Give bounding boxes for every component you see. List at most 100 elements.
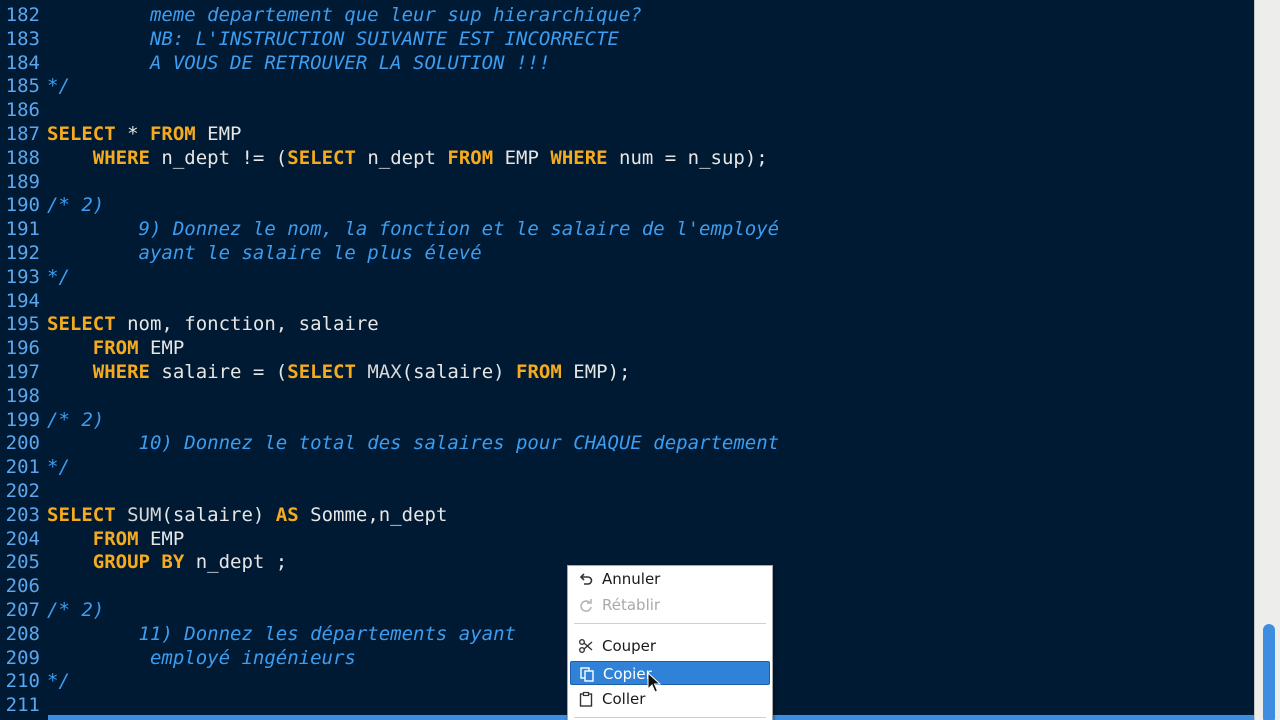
code-text: A VOUS DE RETROUVER LA SOLUTION !!! [47,51,550,75]
menu-item-coller[interactable]: Coller [570,687,770,711]
code-text: /* 2) [47,408,104,432]
code-text: 9) Donnez le nom, la fonction et le sala… [47,217,780,241]
code-line: 201 */ [0,455,1254,479]
line-number: 195 [5,313,40,336]
line-number: 202 [5,480,40,502]
menu-item-label: Rétablir [602,596,661,614]
sql-keyword: SELECT [287,146,356,169]
comment-text: /* 2) [47,194,105,217]
line-number: 196 [5,337,40,360]
scrollbar-thumb[interactable] [1263,624,1275,720]
code-line: 200 10) Donnez le total des salaires pou… [0,431,1254,455]
code-line: 193 */ [0,265,1254,289]
line-number: 184 [5,51,40,74]
line-number: 193 [5,265,40,288]
code-text: SELECT nom, fonction, salaire [47,312,379,336]
code-text: SELECT * FROM EMP [47,122,242,146]
vertical-scrollbar[interactable] [1254,0,1280,720]
code-token: SUM [115,503,162,526]
line-number: 211 [5,694,40,717]
code-text: */ [47,74,70,98]
code-line: 196 FROM EMP [0,336,1254,360]
line-number: 199 [5,408,40,431]
code-text: WHERE salaire = (SELECT MAX(salaire) FRO… [47,360,631,384]
code-token: EMP [195,123,242,145]
code-text: */ [47,455,70,479]
code-token: n_dept ; [184,551,288,574]
code-line: 183 NB: L'INSTRUCTION SUIVANTE EST INCOR… [0,27,1254,51]
sql-keyword: FROM [516,361,562,383]
menu-item-retablir[interactable]: Rétablir [570,593,770,617]
comment-text: */ [47,75,70,98]
sql-keyword: SELECT [287,361,356,383]
sql-keyword: GROUP BY [92,551,185,574]
code-line: 202 [0,479,1254,503]
line-number: 194 [5,289,40,312]
comment-text: 11) Donnez les départements ayant [47,622,517,645]
line-number: 191 [5,218,40,241]
line-number: 190 [5,194,40,217]
sql-keyword: FROM [92,337,139,360]
paste-icon [579,691,593,707]
comment-text: meme departement que leur sup hierarchiq… [47,4,642,26]
sql-keyword: SELECT [47,123,116,145]
menu-item-couper[interactable]: Couper [570,634,770,658]
line-number: 208 [5,622,40,645]
menu-separator [574,717,766,718]
code-line: 203 SELECT SUM(salaire) AS Somme,n_dept [0,503,1254,527]
code-text: 11) Donnez les départements ayant [47,622,517,646]
code-token: n_dept [355,146,448,169]
code-text: 10) Donnez le total des salaires pour CH… [47,431,780,455]
code-line: 190 /* 2) [0,193,1254,217]
scissors-icon [579,639,593,653]
sql-keyword: WHERE [92,361,150,383]
code-line: 195 SELECT nom, fonction, salaire [0,312,1254,336]
code-line: 188 WHERE n_dept != (SELECT n_dept FROM … [0,146,1254,170]
code-text: employé ingénieurs [47,646,356,670]
code-line: 182 meme departement que leur sup hierar… [0,3,1254,27]
sql-keyword: FROM [92,527,139,550]
code-token: (salaire) [161,503,276,526]
line-number: 186 [5,99,40,122]
code-line: 194 [0,289,1254,313]
code-text: FROM EMP [47,336,185,360]
line-number: 207 [5,599,40,621]
code-line: 204 FROM EMP [0,527,1254,551]
code-token: EMP [138,527,185,550]
menu-item-label: Annuler [602,570,661,588]
code-token: n_dept != ( [149,146,288,169]
code-token: MAX [355,361,402,383]
menu-item-label: Couper [602,637,657,655]
line-number: 192 [5,242,40,264]
menu-item-copier[interactable]: Copier [570,661,770,685]
line-number: 209 [5,646,40,669]
line-number: 187 [5,123,40,145]
menu-item-annuler[interactable]: Annuler [570,567,770,591]
code-token: EMP [138,337,185,360]
comment-text: */ [47,670,70,693]
code-token: nom, fonction, salaire [115,313,379,336]
code-text: ayant le salaire le plus élevé [47,241,482,265]
code-line: 192 ayant le salaire le plus élevé [0,241,1254,265]
line-number: 182 [5,4,40,26]
code-text: */ [47,669,70,693]
copy-icon [580,667,594,682]
code-line: 186 [0,98,1254,122]
code-text: */ [47,265,70,289]
line-number: 203 [5,503,40,526]
undo-icon [579,573,593,585]
line-number: 205 [5,551,40,574]
comment-text: /* 2) [47,599,105,621]
menu-item-label: Copier [603,665,652,683]
comment-text: /* 2) [47,408,105,431]
line-number: 197 [5,361,40,383]
sql-keyword: SELECT [47,503,116,526]
line-number: 188 [5,146,40,169]
context-menu: Annuler Rétablir Couper Copier Coller [567,565,773,720]
code-token: EMP); [561,361,631,383]
code-token: Somme,n_dept [298,503,448,526]
line-number: 198 [5,384,40,407]
line-number: 200 [5,432,40,455]
